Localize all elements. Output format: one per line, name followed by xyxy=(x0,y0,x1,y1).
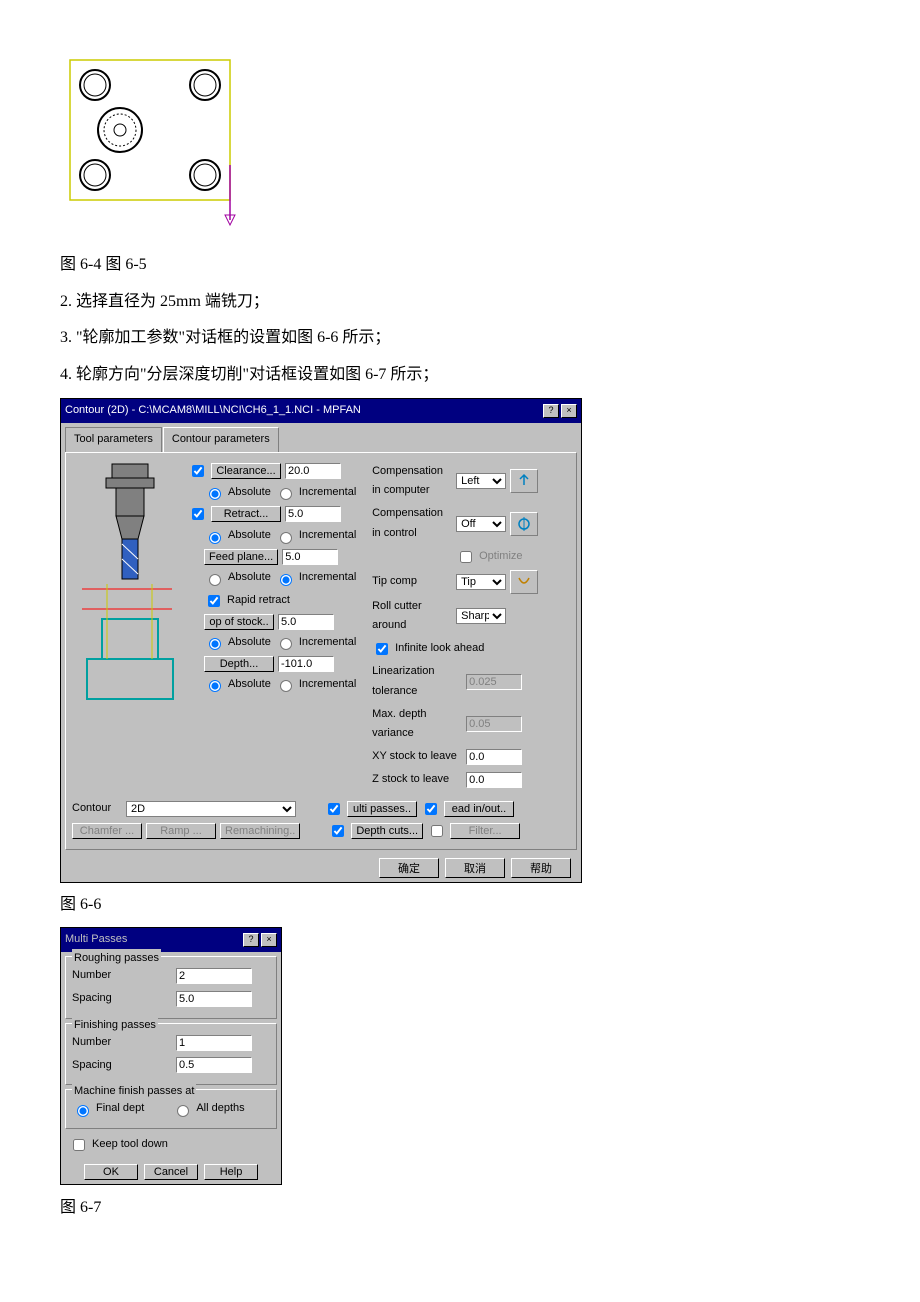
lead-in-out-checkbox[interactable] xyxy=(425,803,437,815)
remachining-button: Remachining.. xyxy=(220,823,300,839)
finish-spacing-input[interactable] xyxy=(176,1057,252,1073)
comp-computer-select[interactable]: Left xyxy=(456,473,506,489)
machine-finish-group: Machine finish passes at Final deptAll d… xyxy=(65,1089,277,1129)
finish-number-input[interactable] xyxy=(176,1035,252,1051)
text-step-2: 2. 选择直径为 25mm 端铣刀； xyxy=(60,288,860,317)
text-step-4: 4. 轮廓方向"分层深度切削"对话框设置如图 6-7 所示； xyxy=(60,361,860,390)
top-abs-radio[interactable] xyxy=(209,638,221,650)
chamfer-button: Chamfer ... xyxy=(72,823,142,839)
top-inc-radio[interactable] xyxy=(280,638,292,650)
clearance-checkbox[interactable] xyxy=(192,465,204,477)
depth-abs-radio[interactable] xyxy=(209,680,221,692)
depth-cuts-button[interactable]: Depth cuts... xyxy=(351,823,423,839)
contour-type-select[interactable]: 2D xyxy=(126,801,296,817)
help-icon[interactable]: ? xyxy=(543,404,559,418)
roll-cutter-select[interactable]: Sharp xyxy=(456,608,506,624)
comp-computer-label: Compensation in computer xyxy=(372,462,452,502)
dialog-title: Contour (2D) - C:\MCAM8\MILL\NCI\CH6_1_1… xyxy=(65,401,541,421)
finishing-group: Finishing passes Number Spacing xyxy=(65,1023,277,1086)
feed-plane-input[interactable] xyxy=(282,549,338,565)
feed-inc-radio[interactable] xyxy=(280,574,292,586)
lead-in-out-button[interactable]: ead in/out.. xyxy=(444,801,514,817)
close-icon[interactable]: × xyxy=(561,404,577,418)
retract-input[interactable] xyxy=(285,506,341,522)
comp-control-label: Compensation in control xyxy=(372,504,452,544)
caption-6-4-6-5: 图 6-4 图 6-5 xyxy=(60,251,860,280)
rough-number-label: Number xyxy=(72,966,172,986)
caption-6-6: 图 6-6 xyxy=(60,891,860,920)
retract-button[interactable]: Retract... xyxy=(211,506,281,522)
xy-stock-label: XY stock to leave xyxy=(372,747,462,767)
rapid-retract-checkbox[interactable] xyxy=(208,595,220,607)
help-icon-2[interactable]: ? xyxy=(243,933,259,947)
depth-cuts-checkbox[interactable] xyxy=(332,825,344,837)
text-step-3: 3. "轮廓加工参数"对话框的设置如图 6-6 所示； xyxy=(60,324,860,353)
linearization-label: Linearization tolerance xyxy=(372,662,462,702)
retract-inc-radio[interactable] xyxy=(280,532,292,544)
figure-6-4-6-5 xyxy=(60,50,860,241)
multi-passes-checkbox[interactable] xyxy=(328,803,340,815)
multi-passes-button[interactable]: ulti passes.. xyxy=(347,801,417,817)
max-depth-input xyxy=(466,716,522,732)
tip-comp-icon xyxy=(510,570,538,594)
cancel-button-2[interactable]: Cancel xyxy=(144,1164,198,1180)
rough-number-input[interactable] xyxy=(176,968,252,984)
optimize-checkbox[interactable] xyxy=(460,551,472,563)
tip-comp-select[interactable]: Tip xyxy=(456,574,506,590)
all-depths-radio[interactable] xyxy=(177,1105,189,1117)
caption-6-7: 图 6-7 xyxy=(60,1194,860,1223)
help-button[interactable]: 帮助 xyxy=(511,858,571,878)
ok-button-2[interactable]: OK xyxy=(84,1164,138,1180)
depth-inc-radio[interactable] xyxy=(280,680,292,692)
keep-tool-down-checkbox[interactable] xyxy=(73,1139,85,1151)
multi-passes-dialog: Multi Passes ? × Roughing passes Number … xyxy=(60,927,282,1185)
linearization-input xyxy=(466,674,522,690)
depth-button[interactable]: Depth... xyxy=(204,656,274,672)
filter-button: Filter... xyxy=(450,823,520,839)
contour-type-label: Contour xyxy=(72,799,122,819)
cancel-button[interactable]: 取消 xyxy=(445,858,505,878)
rough-spacing-input[interactable] xyxy=(176,991,252,1007)
infinite-look-checkbox[interactable] xyxy=(376,643,388,655)
roll-cutter-label: Roll cutter around xyxy=(372,597,452,637)
final-depth-radio[interactable] xyxy=(77,1105,89,1117)
filter-checkbox[interactable] xyxy=(431,825,443,837)
feed-plane-button[interactable]: Feed plane... xyxy=(204,549,278,565)
comp-computer-icon xyxy=(510,469,538,493)
finish-spacing-label: Spacing xyxy=(72,1056,172,1076)
clearance-abs-radio[interactable] xyxy=(209,488,221,500)
top-of-stock-input[interactable] xyxy=(278,614,334,630)
retract-checkbox[interactable] xyxy=(192,508,204,520)
ok-button[interactable]: 确定 xyxy=(379,858,439,878)
tab-tool-params[interactable]: Tool parameters xyxy=(65,427,162,452)
max-depth-label: Max. depth variance xyxy=(372,705,462,745)
roughing-group: Roughing passes Number Spacing xyxy=(65,956,277,1019)
xy-stock-input[interactable] xyxy=(466,749,522,765)
help-button-2[interactable]: Help xyxy=(204,1164,258,1180)
contour-diagram xyxy=(60,50,260,230)
tab-contour-params[interactable]: Contour parameters xyxy=(163,427,279,452)
z-stock-input[interactable] xyxy=(466,772,522,788)
clearance-input[interactable] xyxy=(285,463,341,479)
dialog2-title: Multi Passes xyxy=(65,930,241,950)
clearance-button[interactable]: Clearance... xyxy=(211,463,281,479)
top-of-stock-button[interactable]: op of stock.. xyxy=(204,614,274,630)
tip-comp-label: Tip comp xyxy=(372,572,452,592)
tool-diagram xyxy=(72,459,182,793)
comp-control-select[interactable]: Off xyxy=(456,516,506,532)
ramp-button: Ramp ... xyxy=(146,823,216,839)
depth-input[interactable] xyxy=(278,656,334,672)
finish-number-label: Number xyxy=(72,1033,172,1053)
z-stock-label: Z stock to leave xyxy=(372,770,462,790)
rough-spacing-label: Spacing xyxy=(72,989,172,1009)
contour-dialog: Contour (2D) - C:\MCAM8\MILL\NCI\CH6_1_1… xyxy=(60,398,582,883)
comp-control-icon xyxy=(510,512,538,536)
titlebar: Contour (2D) - C:\MCAM8\MILL\NCI\CH6_1_1… xyxy=(61,399,581,423)
close-icon-2[interactable]: × xyxy=(261,933,277,947)
feed-abs-radio[interactable] xyxy=(209,574,221,586)
clearance-inc-radio[interactable] xyxy=(280,488,292,500)
retract-abs-radio[interactable] xyxy=(209,532,221,544)
